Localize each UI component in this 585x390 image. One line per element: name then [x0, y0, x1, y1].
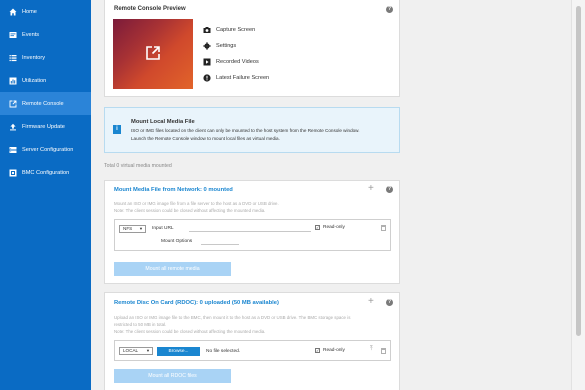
remote-console-icon [9, 100, 17, 108]
input-url-label: Input URL [152, 226, 174, 231]
chevron-down-icon: ▼ [146, 348, 150, 353]
inventory-icon [9, 54, 17, 62]
mount-all-remote-media-button[interactable]: Mount all remote media [114, 262, 231, 276]
input-url-field[interactable] [189, 224, 311, 232]
rdoc-description-1: Upload an ISO or IMG image file to the B… [114, 315, 351, 320]
sidebar: Home Events Inventory Utilization Remote… [0, 0, 91, 390]
checkbox-icon: ✓ [315, 225, 320, 230]
sidebar-item-label: Inventory [22, 54, 46, 61]
network-media-row: NFS ▼ Input URL ✓ Read-only Mount Option… [114, 219, 391, 251]
sidebar-item-events[interactable]: Events [0, 23, 91, 46]
launch-console-icon [145, 45, 161, 63]
sidebar-item-remote-console[interactable]: Remote Console [0, 92, 91, 115]
sidebar-item-firmware-update[interactable]: Firmware Update [0, 115, 91, 138]
protocol-select[interactable]: NFS ▼ [119, 225, 146, 233]
help-icon[interactable]: ? [386, 6, 393, 13]
sidebar-item-label: Remote Console [22, 100, 64, 107]
rdoc-media-row: LOCAL ▼ Browse... No file selected. ✓ Re… [114, 340, 391, 361]
camera-icon [203, 26, 211, 34]
latest-failure-screen-label: Latest Failure Screen [216, 75, 270, 81]
server-configuration-icon [9, 146, 17, 154]
network-section-title: Mount Media File from Network: 0 mounted [114, 187, 233, 193]
utilization-icon [9, 77, 17, 85]
delete-icon[interactable] [381, 225, 386, 231]
sidebar-item-home[interactable]: Home [0, 0, 91, 23]
location-select[interactable]: LOCAL ▼ [119, 347, 153, 355]
add-network-media-button[interactable]: + [368, 184, 374, 194]
firmware-update-icon [9, 123, 17, 131]
sidebar-item-label: Home [22, 8, 37, 15]
mount-options-label: Mount Options [161, 239, 193, 244]
events-icon [9, 31, 17, 39]
info-icon: i [113, 125, 121, 134]
protocol-value: NFS [123, 226, 133, 231]
help-icon[interactable]: ? [386, 186, 393, 193]
console-preview-thumbnail[interactable] [113, 19, 193, 89]
upload-icon[interactable]: ⤒ [370, 346, 373, 353]
sidebar-item-server-configuration[interactable]: Server Configuration [0, 138, 91, 161]
add-rdoc-file-button[interactable]: + [368, 297, 374, 307]
delete-icon[interactable] [381, 348, 386, 354]
rdoc-panel: Remote Disc On Card (RDOC): 0 uploaded (… [104, 292, 400, 390]
rdoc-description-2: restricted to 50 MB in total. [114, 322, 167, 327]
sidebar-item-utilization[interactable]: Utilization [0, 69, 91, 92]
rdoc-description-3: Note: The client session could be closed… [114, 329, 266, 334]
browse-button[interactable]: Browse... [157, 347, 200, 356]
mount-from-network-panel: Mount Media File from Network: 0 mounted… [104, 180, 400, 284]
network-readonly-checkbox[interactable]: ✓ Read-only [315, 225, 345, 230]
capture-screen-label: Capture Screen [216, 27, 256, 33]
recorded-videos-link[interactable]: Recorded Videos [203, 58, 259, 66]
recorded-videos-label: Recorded Videos [216, 59, 259, 65]
checkbox-icon: ✓ [315, 348, 320, 353]
home-icon [9, 8, 17, 16]
bmc-configuration-icon [9, 169, 17, 177]
sidebar-item-label: Events [22, 31, 40, 38]
readonly-label: Read-only [323, 348, 345, 353]
gear-icon [203, 42, 211, 50]
info-text-line-1: ISO or IMG files located on the client c… [131, 128, 360, 133]
no-file-selected-text: No file selected. [206, 349, 241, 354]
settings-label: Settings [216, 43, 237, 49]
total-mounted-count: Total 0 virtual media mounted [104, 163, 172, 169]
scrollbar-thumb[interactable] [576, 6, 581, 336]
capture-screen-link[interactable]: Capture Screen [203, 26, 255, 34]
sidebar-item-inventory[interactable]: Inventory [0, 46, 91, 69]
sidebar-item-label: Server Configuration [22, 146, 74, 153]
rdoc-readonly-checkbox[interactable]: ✓ Read-only [315, 348, 345, 353]
info-text-line-2: Launch the Remote Console window to moun… [131, 136, 280, 141]
network-description-1: Mount an ISO or IMG image file from a fi… [114, 201, 279, 206]
network-description-2: Note: The client session could be closed… [114, 208, 266, 213]
page-scrollbar[interactable] [571, 0, 585, 390]
alert-icon [203, 74, 211, 82]
mount-options-field[interactable] [201, 237, 239, 245]
sidebar-item-bmc-configuration[interactable]: BMC Configuration [0, 161, 91, 184]
rdoc-section-title: Remote Disc On Card (RDOC): 0 uploaded (… [114, 300, 279, 306]
settings-link[interactable]: Settings [203, 42, 236, 50]
chevron-down-icon: ▼ [139, 226, 143, 231]
sidebar-item-label: Utilization [22, 77, 47, 84]
remote-console-preview-panel: Remote Console Preview ? Capture Screen … [104, 0, 400, 97]
mount-local-media-info: i Mount Local Media File ISO or IMG file… [104, 107, 400, 153]
sidebar-item-label: Firmware Update [22, 123, 65, 130]
help-icon[interactable]: ? [386, 299, 393, 306]
video-icon [203, 58, 211, 66]
sidebar-item-label: BMC Configuration [22, 169, 70, 176]
readonly-label: Read-only [323, 225, 345, 230]
mount-all-rdoc-files-button[interactable]: Mount all RDOC files [114, 369, 231, 383]
info-title: Mount Local Media File [131, 119, 195, 125]
location-value: LOCAL [123, 348, 139, 353]
latest-failure-screen-link[interactable]: Latest Failure Screen [203, 74, 269, 82]
panel-title: Remote Console Preview [114, 6, 186, 12]
